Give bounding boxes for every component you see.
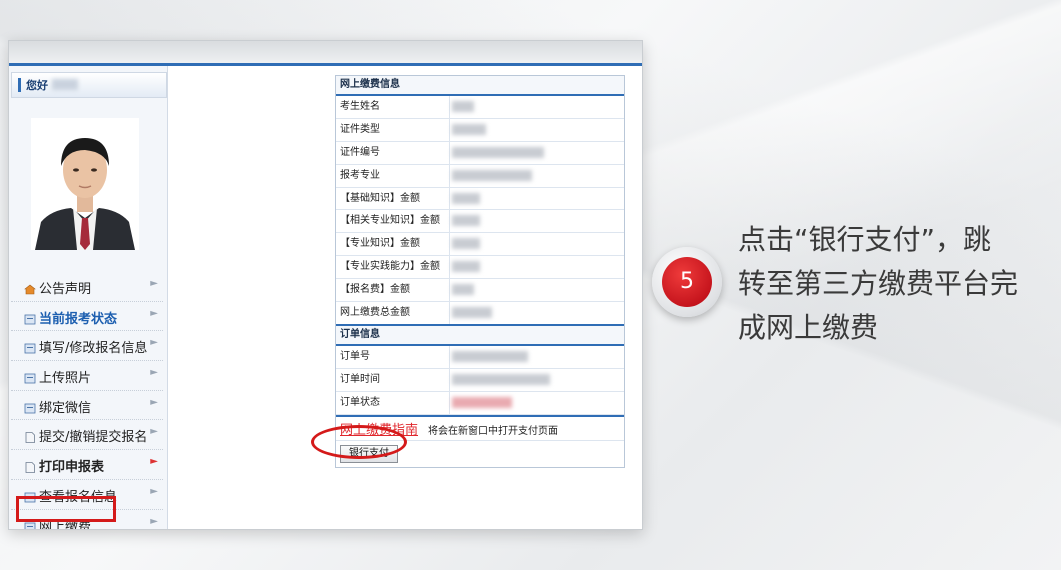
redacted-username	[52, 79, 78, 90]
redacted-value	[452, 396, 512, 408]
chevron-right-icon: ►	[150, 485, 158, 497]
window-top-bar	[9, 41, 642, 63]
redacted-value	[452, 307, 492, 319]
caption-line: 转至第三方缴费平台完	[738, 267, 1019, 300]
table-row: 【专业知识】金额	[336, 233, 624, 257]
sidebar-item-label: 绑定微信	[39, 400, 92, 416]
table-row: 【相关专业知识】金额	[336, 210, 624, 234]
row-label: 【报名费】金额	[336, 279, 450, 302]
section-title-order: 订单信息	[336, 323, 624, 346]
redacted-value	[452, 350, 528, 362]
highlight-box-online-payment	[16, 496, 116, 522]
table-row: 订单时间	[336, 368, 624, 392]
sidebar-menu: 公告声明 ► 当前报考状态 ► 填写/修改报名信息 ► 上传照片 ► 绑定微信 …	[11, 272, 163, 529]
chevron-right-icon: ►	[150, 426, 158, 438]
chevron-right-icon: ►	[150, 307, 158, 319]
redacted-value	[452, 146, 544, 158]
row-label: 证件编号	[336, 141, 450, 164]
sidebar-item-print-form[interactable]: 打印申报表 ►	[11, 450, 163, 480]
sidebar-item-current-status[interactable]: 当前报考状态 ►	[11, 302, 163, 332]
row-label: 考生姓名	[336, 96, 450, 118]
redacted-value	[452, 192, 480, 204]
table-row: 报考专业	[336, 164, 624, 188]
greeting-text: 您好	[26, 79, 48, 92]
table-row: 证件编号	[336, 141, 624, 165]
redacted-value	[452, 169, 532, 181]
chevron-right-icon: ►	[150, 396, 158, 408]
row-label: 订单时间	[336, 368, 450, 391]
step-caption: 点击“银行支付”，跳 转至第三方缴费平台完 成网上缴费	[738, 218, 1058, 350]
applicant-photo	[31, 118, 139, 250]
sidebar-item-upload-photo[interactable]: 上传照片 ►	[11, 361, 163, 391]
page-icon	[24, 428, 36, 444]
document-icon	[24, 399, 36, 414]
redacted-value	[452, 373, 550, 385]
document-icon	[24, 339, 36, 354]
table-row: 【报名费】金额	[336, 279, 624, 303]
table-row: 【专业实践能力】金额	[336, 256, 624, 280]
chevron-right-icon: ►	[150, 515, 158, 527]
sidebar-item-label: 打印申报表	[39, 460, 105, 476]
redacted-value	[452, 101, 474, 112]
table-row: 证件类型	[336, 118, 624, 142]
table-row: 网上缴费总金额	[336, 302, 624, 324]
row-label: 网上缴费总金额	[336, 302, 450, 324]
sidebar-item-submit[interactable]: 提交/撤销提交报名 ►	[11, 420, 163, 451]
row-label: 【专业实践能力】金额	[336, 256, 450, 279]
row-label: 【基础知识】金额	[336, 187, 450, 210]
highlight-ellipse-bank-pay	[311, 425, 407, 459]
sidebar-item-bind-wechat[interactable]: 绑定微信 ►	[11, 391, 163, 421]
redacted-value	[452, 215, 480, 227]
chevron-right-icon: ►	[150, 456, 158, 468]
sidebar-item-edit-info[interactable]: 填写/修改报名信息 ►	[11, 331, 163, 362]
screenshot-window: 您好 公告声明 ► 当前报考状态 ► 填写/修改报名信息 ► 上传照片 ► 绑定…	[8, 40, 643, 530]
left-sidebar: 您好 公告声明 ► 当前报考状态 ► 填写/修改报名信息 ► 上传照片 ► 绑定…	[9, 66, 168, 529]
row-label: 订单状态	[336, 391, 450, 414]
accent-bar	[18, 78, 21, 92]
caption-line: 点击“银行支付”，跳	[738, 223, 992, 256]
sidebar-item-announcement[interactable]: 公告声明 ►	[11, 272, 163, 302]
caption-line: 成网上缴费	[738, 311, 879, 344]
sidebar-item-label: 提交/撤销提交报名	[39, 430, 148, 446]
new-window-note: 将会在新窗口中打开支付页面	[428, 425, 558, 437]
sidebar-item-label: 填写/修改报名信息	[39, 341, 148, 357]
sidebar-item-label: 公告声明	[39, 282, 92, 297]
redacted-value	[452, 261, 480, 273]
chevron-right-icon: ►	[150, 337, 158, 349]
chevron-right-icon: ►	[150, 278, 158, 289]
row-label: 【专业知识】金额	[336, 233, 450, 256]
table-row: 订单号	[336, 345, 624, 369]
row-label: 报考专业	[336, 164, 450, 187]
row-label: 【相关专业知识】金额	[336, 210, 450, 233]
table-row: 订单状态	[336, 391, 624, 415]
payment-info-table: 网上缴费信息 考生姓名 证件类型 证件编号 报考专业 【基础知识】金额 【相关专…	[335, 75, 625, 468]
house-icon	[24, 280, 36, 295]
step-number-badge: 5	[662, 257, 712, 307]
table-row: 【基础知识】金额	[336, 187, 624, 211]
redacted-value	[452, 284, 474, 296]
greeting-bar: 您好	[11, 72, 167, 98]
page-icon	[24, 458, 36, 474]
document-icon	[24, 369, 36, 384]
chevron-right-icon: ►	[150, 367, 158, 379]
redacted-value	[452, 123, 486, 135]
redacted-value	[452, 238, 480, 250]
sidebar-item-label: 上传照片	[39, 371, 92, 387]
row-label: 证件类型	[336, 118, 450, 141]
section-title-payment: 网上缴费信息	[336, 76, 624, 96]
sidebar-item-label: 当前报考状态	[39, 311, 118, 327]
row-label: 订单号	[336, 345, 450, 368]
table-row: 考生姓名	[336, 96, 624, 119]
document-icon	[24, 310, 36, 325]
